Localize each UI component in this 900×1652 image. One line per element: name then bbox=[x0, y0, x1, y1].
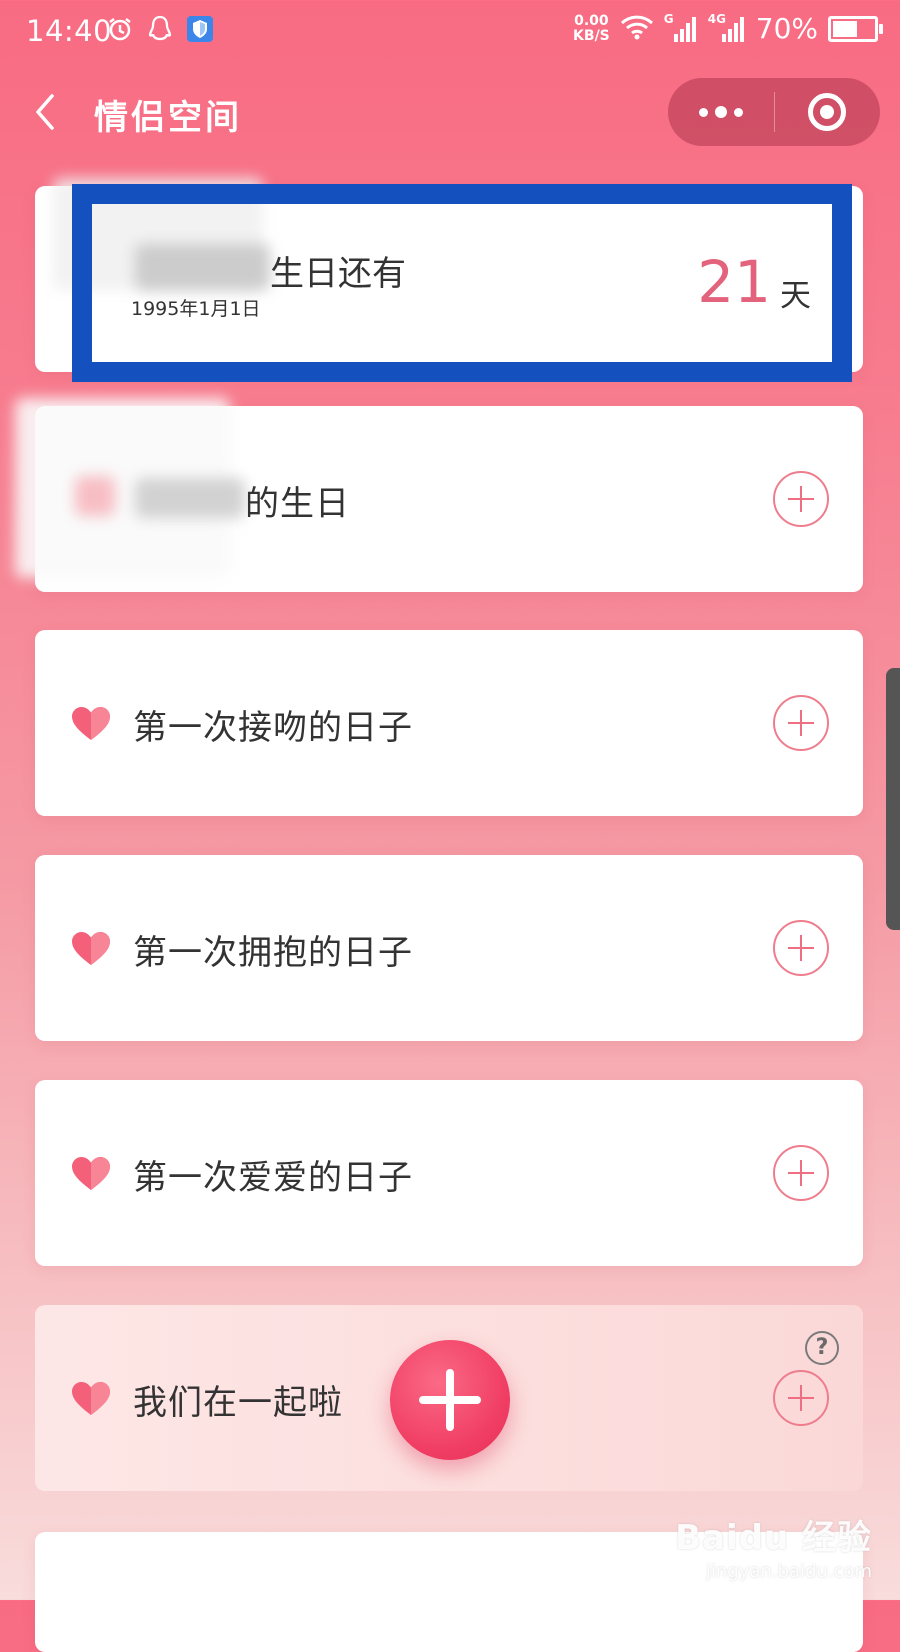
watermark-logo: Baidu 经验 bbox=[675, 1518, 872, 1558]
qq-penguin-icon bbox=[146, 14, 174, 44]
signal-icon-1: G bbox=[663, 11, 698, 44]
battery-fill bbox=[833, 20, 857, 37]
scroll-handle[interactable] bbox=[886, 668, 900, 930]
anniversary-card-first-hug[interactable]: 第一次拥抱的日子 bbox=[35, 855, 863, 1041]
status-notification-icons bbox=[106, 14, 214, 44]
heart-icon bbox=[71, 931, 111, 967]
anniversary-card-first-love[interactable]: 第一次爱爱的日子 bbox=[35, 1080, 863, 1266]
status-time: 14:40 bbox=[26, 14, 113, 48]
page-title: 情侣空间 bbox=[94, 98, 242, 138]
heart-icon bbox=[71, 706, 111, 742]
more-dot-icon bbox=[714, 106, 727, 118]
add-anniversary-fab[interactable] bbox=[390, 1340, 510, 1460]
status-system-icons: 0.00 KB/S G 4G 70% bbox=[573, 11, 883, 45]
heart-icon bbox=[71, 1381, 111, 1417]
signal-1-label: G bbox=[663, 11, 674, 26]
anniversary-card-first-kiss[interactable]: 第一次接吻的日子 bbox=[35, 630, 863, 816]
watermark-url: jingyan.baidu.com bbox=[705, 1561, 872, 1582]
card-label: 我们在一起啦 bbox=[133, 1383, 343, 1423]
network-speed-unit: KB/S bbox=[573, 27, 610, 44]
blurred-name bbox=[135, 478, 245, 518]
nav-bar: 情侣空间 bbox=[0, 70, 900, 154]
card-label: 第一次接吻的日子 bbox=[133, 708, 413, 748]
baidu-watermark: Baidu 经验 jingyan.baidu.com bbox=[675, 1510, 872, 1582]
more-options-button[interactable] bbox=[668, 78, 774, 146]
network-speed-value: 0.00 bbox=[574, 12, 609, 29]
anniversary-card-birthday[interactable]: 的生日 bbox=[15, 398, 863, 592]
network-speed: 0.00 KB/S bbox=[573, 12, 610, 44]
add-date-button[interactable] bbox=[773, 1145, 829, 1201]
heart-icon bbox=[71, 1156, 111, 1192]
more-dot-icon bbox=[698, 107, 708, 117]
wifi-icon bbox=[620, 14, 654, 44]
alarm-icon bbox=[106, 14, 134, 44]
signal-2-label: 4G bbox=[707, 11, 726, 26]
add-date-button[interactable] bbox=[773, 1370, 829, 1426]
signal-icon-2: 4G bbox=[707, 11, 746, 44]
blurred-heart-icon bbox=[75, 476, 115, 516]
miniprogram-capsule bbox=[668, 78, 880, 146]
battery-percent: 70% bbox=[755, 12, 818, 45]
status-bar: 14:40 0.00 KB/S G 4G 70% bbox=[0, 0, 900, 64]
close-miniprogram-button[interactable] bbox=[775, 78, 881, 146]
target-circle-icon bbox=[808, 93, 847, 131]
card-label: 第一次爱爱的日子 bbox=[133, 1158, 413, 1198]
add-date-button[interactable] bbox=[773, 695, 829, 751]
add-date-button[interactable] bbox=[773, 471, 829, 527]
back-arrow-icon[interactable] bbox=[26, 88, 66, 136]
card-label: 的生日 bbox=[245, 484, 350, 524]
card-label: 第一次拥抱的日子 bbox=[133, 933, 413, 973]
highlight-annotation-box bbox=[72, 184, 852, 382]
add-date-button[interactable] bbox=[773, 920, 829, 976]
shield-icon bbox=[186, 14, 214, 44]
battery-icon bbox=[828, 15, 883, 42]
more-dot-icon bbox=[733, 107, 743, 117]
help-icon[interactable]: ? bbox=[805, 1331, 839, 1365]
